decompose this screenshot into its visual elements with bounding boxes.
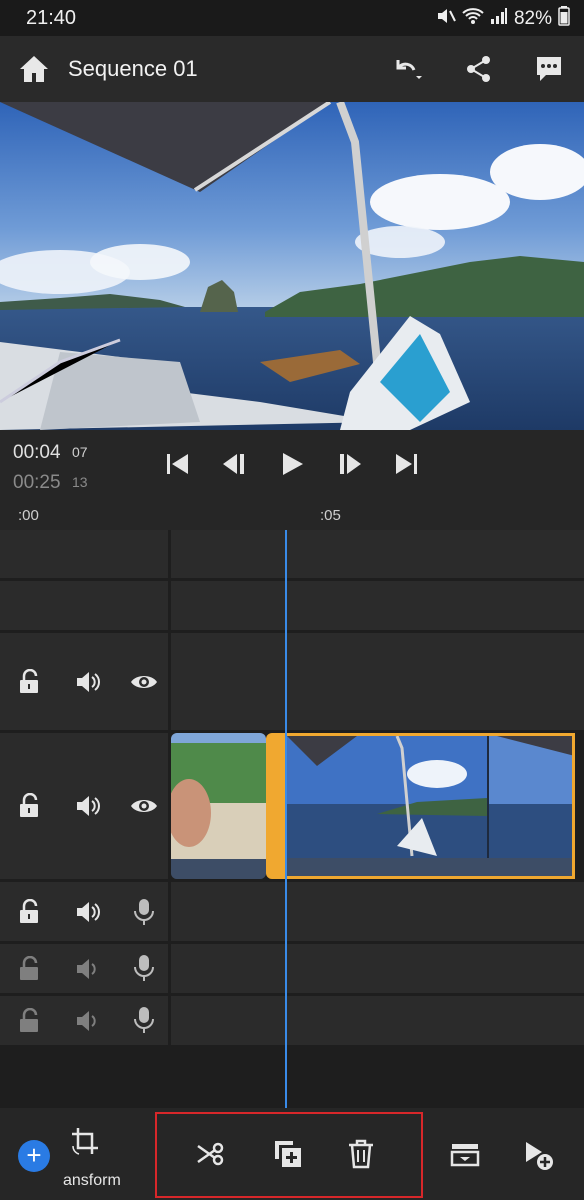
time-ruler[interactable]: :00 :05 [0,498,584,530]
audio-track-3 [0,996,584,1045]
bottom-toolbar: + ansform [0,1108,584,1200]
comment-icon[interactable] [532,52,566,86]
playhead[interactable] [285,530,287,1108]
video-track-2 [0,633,584,730]
track-lane[interactable] [171,882,584,941]
lock-icon[interactable] [17,792,43,819]
video-preview[interactable] [0,102,584,430]
speaker-icon[interactable] [75,793,101,819]
track-lane[interactable] [171,944,584,993]
lock-icon[interactable] [17,668,43,695]
go-to-end-icon[interactable] [392,450,420,478]
track-header [0,996,168,1045]
crop-rotate-icon[interactable] [70,1126,102,1158]
speaker-icon[interactable] [75,669,101,695]
mute-icon [436,7,456,31]
signal-icon [490,7,508,31]
home-icon[interactable] [18,54,50,84]
speaker-icon[interactable] [75,1008,101,1034]
app-bar: Sequence 01 [0,36,584,102]
track-row [0,530,584,578]
step-back-icon[interactable] [221,450,249,478]
transport-bar: 00:04 07 00:25 13 [0,430,584,498]
play-icon[interactable] [278,450,306,478]
track-header [0,581,168,630]
video-clip-1[interactable] [171,733,266,879]
ruler-mark-label: :05 [320,507,341,524]
audio-track-1 [0,882,584,941]
ruler-start-label: :00 [18,507,39,524]
timeline-tracks [0,530,584,1048]
eye-icon[interactable] [130,669,157,695]
video-clip-2-selected[interactable] [287,733,575,879]
current-frames: 07 [72,444,88,460]
wifi-icon [462,7,484,31]
duration-frames: 13 [72,474,88,490]
track-header [0,530,168,578]
lock-icon[interactable] [17,898,43,925]
add-to-timeline-icon[interactable] [522,1138,554,1170]
track-header [0,733,168,879]
microphone-icon[interactable] [132,898,158,925]
speaker-icon[interactable] [75,899,101,925]
microphone-icon[interactable] [132,1006,158,1033]
step-forward-icon[interactable] [335,450,363,478]
battery-icon [558,6,570,32]
export-tray-icon[interactable] [449,1138,481,1170]
status-indicators: 82% [436,6,570,32]
transform-label: ansform [63,1172,121,1189]
eye-icon[interactable] [130,793,157,819]
microphone-icon[interactable] [132,954,158,981]
sequence-title: Sequence 01 [68,56,198,81]
track-lane[interactable] [171,530,584,578]
lock-icon[interactable] [17,1007,43,1034]
duplicate-icon[interactable] [272,1138,304,1170]
status-bar: 21:40 82% [0,0,584,36]
track-header [0,633,168,730]
track-header [0,944,168,993]
track-header [0,882,168,941]
current-timecode: 00:04 [13,442,61,463]
go-to-start-icon[interactable] [164,450,192,478]
audio-track-2 [0,944,584,993]
scissors-icon[interactable] [196,1138,228,1170]
share-icon[interactable] [462,52,496,86]
track-lane[interactable] [171,633,584,730]
duration-timecode: 00:25 [13,472,61,493]
status-time: 21:40 [26,7,77,29]
track-row [0,581,584,630]
speaker-icon[interactable] [75,956,101,982]
lock-icon[interactable] [17,955,43,982]
track-lane[interactable] [171,581,584,630]
add-icon[interactable]: + [18,1140,50,1172]
battery-level: 82% [513,8,552,29]
undo-icon[interactable] [390,52,424,86]
track-lane[interactable] [171,996,584,1045]
trash-icon[interactable] [345,1138,377,1170]
